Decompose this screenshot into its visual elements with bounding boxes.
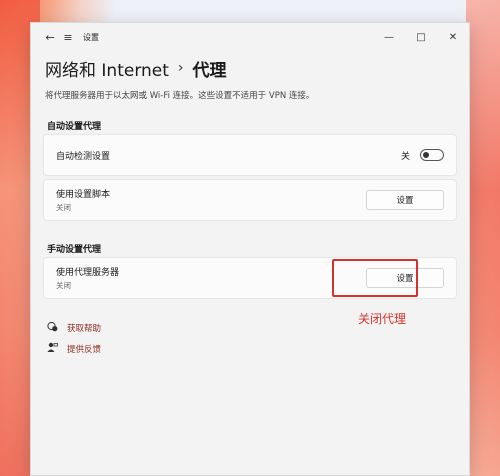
feedback-icon <box>47 342 61 356</box>
back-arrow-icon[interactable]: ← <box>41 28 59 46</box>
toggle-knob <box>423 152 429 158</box>
annotation-highlight-box <box>332 259 418 297</box>
window-controls: — □ ✕ <box>373 25 469 49</box>
setup-script-title: 使用设置脚本 <box>56 190 111 200</box>
hamburger-menu-icon[interactable]: ≡ <box>59 28 77 46</box>
help-icon <box>47 321 61 335</box>
breadcrumb-parent[interactable]: 网络和 Internet <box>45 56 169 81</box>
minimize-icon[interactable]: — <box>373 25 405 49</box>
wallpaper-right <box>466 0 500 476</box>
breadcrumb: 网络和 Internet › 代理 <box>31 51 469 85</box>
setup-script-button[interactable]: 设置 <box>366 190 444 210</box>
settings-window: ← ≡ 设置 — □ ✕ 网络和 Internet › 代理 将代理服务器用于以… <box>30 22 470 476</box>
proxy-server-title: 使用代理服务器 <box>56 268 120 278</box>
proxy-server-status: 关闭 <box>56 281 71 290</box>
chevron-right-icon: › <box>177 60 184 76</box>
close-icon[interactable]: ✕ <box>437 25 469 49</box>
title-bar: ← ≡ 设置 — □ ✕ <box>31 23 469 51</box>
setup-script-card: 使用设置脚本 关闭 设置 <box>43 179 457 221</box>
auto-detect-card: 自动检测设置 关 <box>43 134 457 176</box>
auto-detect-state: 关 <box>400 151 410 162</box>
app-title: 设置 <box>83 32 99 42</box>
setup-script-status: 关闭 <box>56 203 71 212</box>
manual-proxy-section-label: 手动设置代理 <box>47 245 102 255</box>
auto-detect-toggle[interactable] <box>420 149 444 161</box>
auto-proxy-section-label: 自动设置代理 <box>47 122 102 132</box>
get-help-label[interactable]: 获取帮助 <box>67 322 101 334</box>
give-feedback-label[interactable]: 提供反馈 <box>67 343 101 355</box>
get-help-link[interactable]: 获取帮助 <box>47 321 101 335</box>
auto-detect-title: 自动检测设置 <box>56 151 111 162</box>
annotation-text: 关闭代理 <box>358 312 407 326</box>
give-feedback-link[interactable]: 提供反馈 <box>47 342 101 356</box>
maximize-icon[interactable]: □ <box>405 25 437 49</box>
page-description: 将代理服务器用于以太网或 Wi-Fi 连接。这些设置不适用于 VPN 连接。 <box>45 91 315 101</box>
page-title: 代理 <box>192 60 227 81</box>
